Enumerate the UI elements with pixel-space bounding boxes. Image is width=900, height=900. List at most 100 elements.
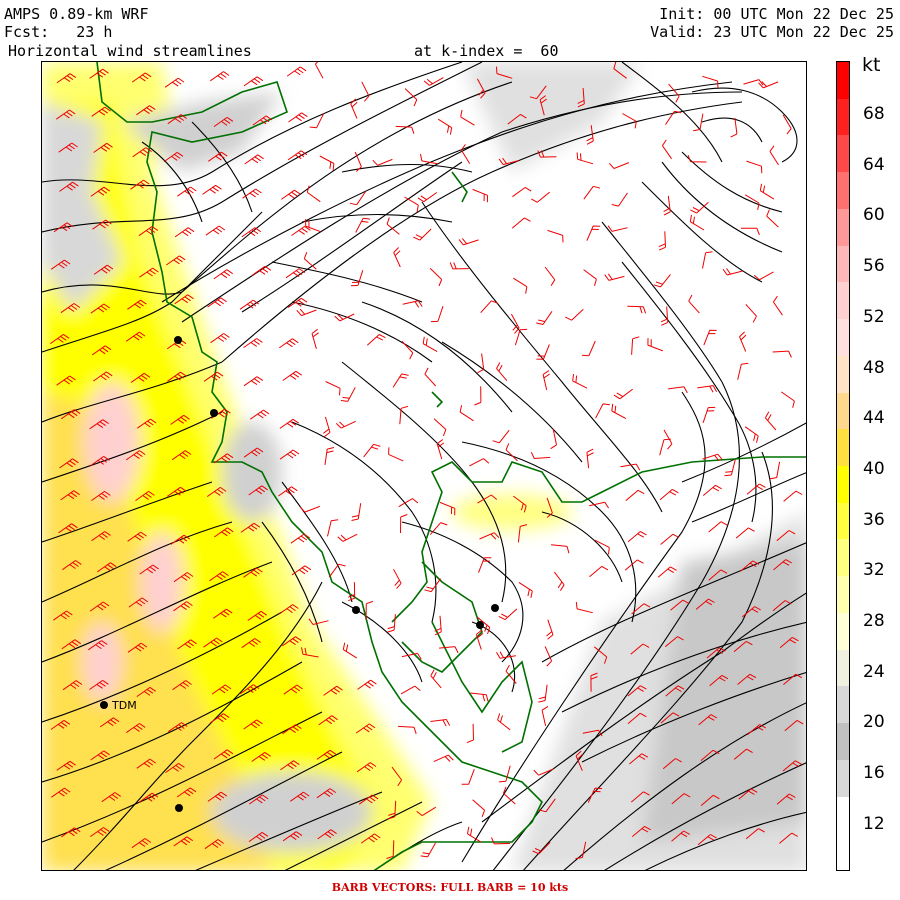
wind-barb — [286, 66, 307, 77]
valid-time: Valid: 23 UTC Mon 22 Dec 25 — [650, 23, 894, 41]
wind-barb — [314, 62, 324, 79]
wind-barb — [327, 519, 339, 537]
wind-speed-colorbar — [836, 61, 850, 871]
wind-barb — [693, 113, 704, 132]
wind-barb — [607, 225, 628, 232]
wind-barb — [668, 386, 688, 394]
wind-barb — [372, 158, 393, 166]
wind-barb — [538, 684, 548, 703]
wind-barb — [472, 799, 486, 817]
wind-barb — [480, 300, 499, 314]
wind-barb — [491, 837, 511, 845]
wind-barb — [474, 386, 482, 406]
wind-barb — [547, 229, 564, 243]
wind-barb — [387, 614, 396, 633]
wind-barb — [351, 503, 362, 521]
colorbar-segment — [837, 245, 849, 283]
wind-barb — [335, 420, 356, 429]
wind-barb — [413, 228, 432, 241]
wind-barb — [772, 350, 792, 358]
colorbar-label: 36 — [863, 509, 885, 530]
wind-barb — [595, 403, 610, 419]
wind-barb — [279, 338, 299, 349]
wind-barb — [697, 385, 718, 393]
wind-barb — [393, 568, 402, 589]
wind-barb — [766, 209, 779, 228]
colorbar-unit: kt — [862, 54, 881, 76]
wind-barb — [340, 387, 356, 402]
wind-barb — [572, 373, 588, 389]
wind-barb — [398, 725, 417, 734]
wind-barb — [702, 484, 722, 496]
wind-barb — [429, 268, 443, 287]
barb-legend-footer: BARB VECTORS: FULL BARB = 10 kts — [331, 881, 569, 894]
wind-barb — [458, 238, 479, 246]
wind-barb — [420, 842, 436, 858]
wind-barb — [361, 81, 370, 102]
wind-barb — [627, 531, 647, 543]
colorbar-segment — [837, 649, 849, 687]
wind-barb — [498, 608, 518, 621]
wind-barb — [496, 362, 508, 382]
colorbar-segment — [837, 392, 849, 430]
wind-barb — [583, 185, 601, 200]
wind-barb — [430, 669, 442, 689]
wind-barb — [611, 403, 627, 420]
wind-barb — [620, 463, 641, 471]
wind-barb — [498, 765, 511, 783]
wind-barb — [627, 305, 647, 314]
wind-barb — [735, 527, 755, 539]
forecast-hour: Fcst: 23 h — [4, 23, 113, 41]
wind-barb — [611, 192, 628, 207]
wind-barb — [430, 306, 444, 323]
wind-barb — [400, 685, 421, 695]
map-panel[interactable]: TDM — [41, 61, 807, 871]
wind-barb — [657, 566, 677, 578]
station-marker — [174, 336, 182, 344]
wind-barb — [243, 338, 263, 349]
wind-barb — [622, 113, 637, 129]
colorbar-label: 44 — [863, 408, 885, 429]
wind-barb — [737, 362, 749, 380]
wind-barb — [288, 112, 308, 123]
wind-barb — [554, 571, 565, 591]
wind-barb — [496, 651, 516, 659]
wind-barb — [479, 532, 500, 540]
wind-barb — [388, 447, 404, 462]
colorbar-segment — [837, 686, 849, 724]
colorbar-label: 52 — [863, 306, 885, 327]
colorbar-label: 28 — [863, 611, 885, 631]
wind-barb — [309, 113, 325, 129]
wind-barb — [542, 370, 550, 391]
wind-barb — [205, 225, 226, 236]
wind-barb — [401, 340, 414, 360]
wind-barb — [174, 227, 195, 238]
colorbar-segment — [837, 135, 849, 173]
wind-barb — [703, 329, 717, 346]
colorbar-segment — [837, 502, 849, 540]
wind-barb — [708, 521, 728, 533]
colorbar-segment — [837, 355, 849, 394]
wind-barb — [581, 340, 596, 357]
colorbar-segment — [837, 833, 849, 871]
station-marker — [476, 621, 484, 629]
colorbar-segment — [837, 539, 849, 577]
colorbar-label: 20 — [863, 712, 885, 733]
wind-barb — [739, 331, 747, 352]
wind-speed-shading — [42, 62, 806, 870]
wind-barb — [586, 225, 601, 241]
model-title: AMPS 0.89-km WRF — [4, 5, 149, 23]
wind-barb — [589, 565, 609, 578]
wind-barb — [702, 75, 719, 89]
wind-barb — [512, 186, 532, 198]
colorbar-segment — [837, 429, 849, 467]
streamline-map: TDM — [42, 62, 806, 870]
colorbar-segment — [837, 98, 849, 136]
wind-barb — [781, 391, 795, 408]
wind-barb — [688, 294, 700, 314]
colorbar-label: 16 — [863, 763, 885, 784]
wind-barb — [325, 381, 341, 396]
wind-barb — [625, 489, 645, 501]
wind-barb — [759, 183, 775, 200]
wind-barb — [393, 247, 401, 268]
